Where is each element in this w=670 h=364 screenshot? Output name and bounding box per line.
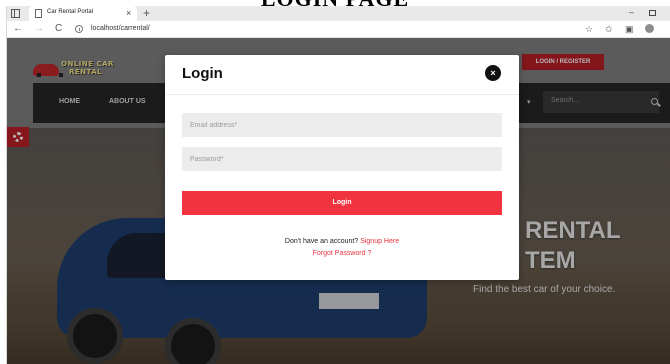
maximize-icon[interactable]: [649, 10, 656, 16]
login-button[interactable]: Login: [182, 191, 502, 215]
favorite-icon[interactable]: ✩: [605, 23, 613, 35]
profile-icon[interactable]: [645, 24, 654, 33]
close-icon[interactable]: ×: [485, 65, 501, 81]
forgot-password-link[interactable]: Forgot Password ?: [313, 250, 372, 257]
browser-window: Car Rental Portal × + – ← → C localhost/…: [6, 6, 670, 364]
tab-close-icon[interactable]: ×: [126, 7, 131, 19]
tab-title: Car Rental Portal: [47, 9, 94, 15]
signup-prompt-line: Don't have an account? Signup Here: [165, 238, 519, 245]
sidebar-toggle-icon[interactable]: [11, 9, 20, 18]
reload-icon[interactable]: C: [55, 22, 62, 36]
collections-icon[interactable]: ▣: [625, 23, 634, 35]
tab-strip: Car Rental Portal × + –: [7, 6, 670, 21]
info-icon[interactable]: [75, 25, 83, 33]
url-field[interactable]: localhost/carrental/: [91, 25, 150, 32]
page-icon: [35, 9, 42, 18]
new-tab-icon[interactable]: +: [143, 6, 150, 20]
web-page: ONLINE CAR RENTAL LOGIN / REGISTER HOME …: [7, 38, 670, 364]
signup-prompt: Don't have an account?: [284, 238, 359, 245]
back-icon[interactable]: ←: [13, 22, 23, 36]
modal-title: Login: [182, 65, 223, 82]
password-field[interactable]: [182, 147, 502, 171]
forgot-line: Forgot Password ?: [165, 250, 519, 257]
login-modal: Login × Login Don't have an account? Sig…: [165, 55, 519, 280]
address-bar: ← → C localhost/carrental/ ☆ ✩ ▣: [7, 21, 670, 38]
modal-divider: [165, 94, 519, 95]
forward-icon[interactable]: →: [34, 22, 44, 36]
read-aloud-icon[interactable]: ☆: [585, 23, 593, 35]
minimize-icon[interactable]: –: [629, 6, 634, 18]
signup-link[interactable]: Signup Here: [360, 238, 399, 245]
browser-tab[interactable]: Car Rental Portal ×: [29, 6, 137, 21]
email-field[interactable]: [182, 113, 502, 137]
